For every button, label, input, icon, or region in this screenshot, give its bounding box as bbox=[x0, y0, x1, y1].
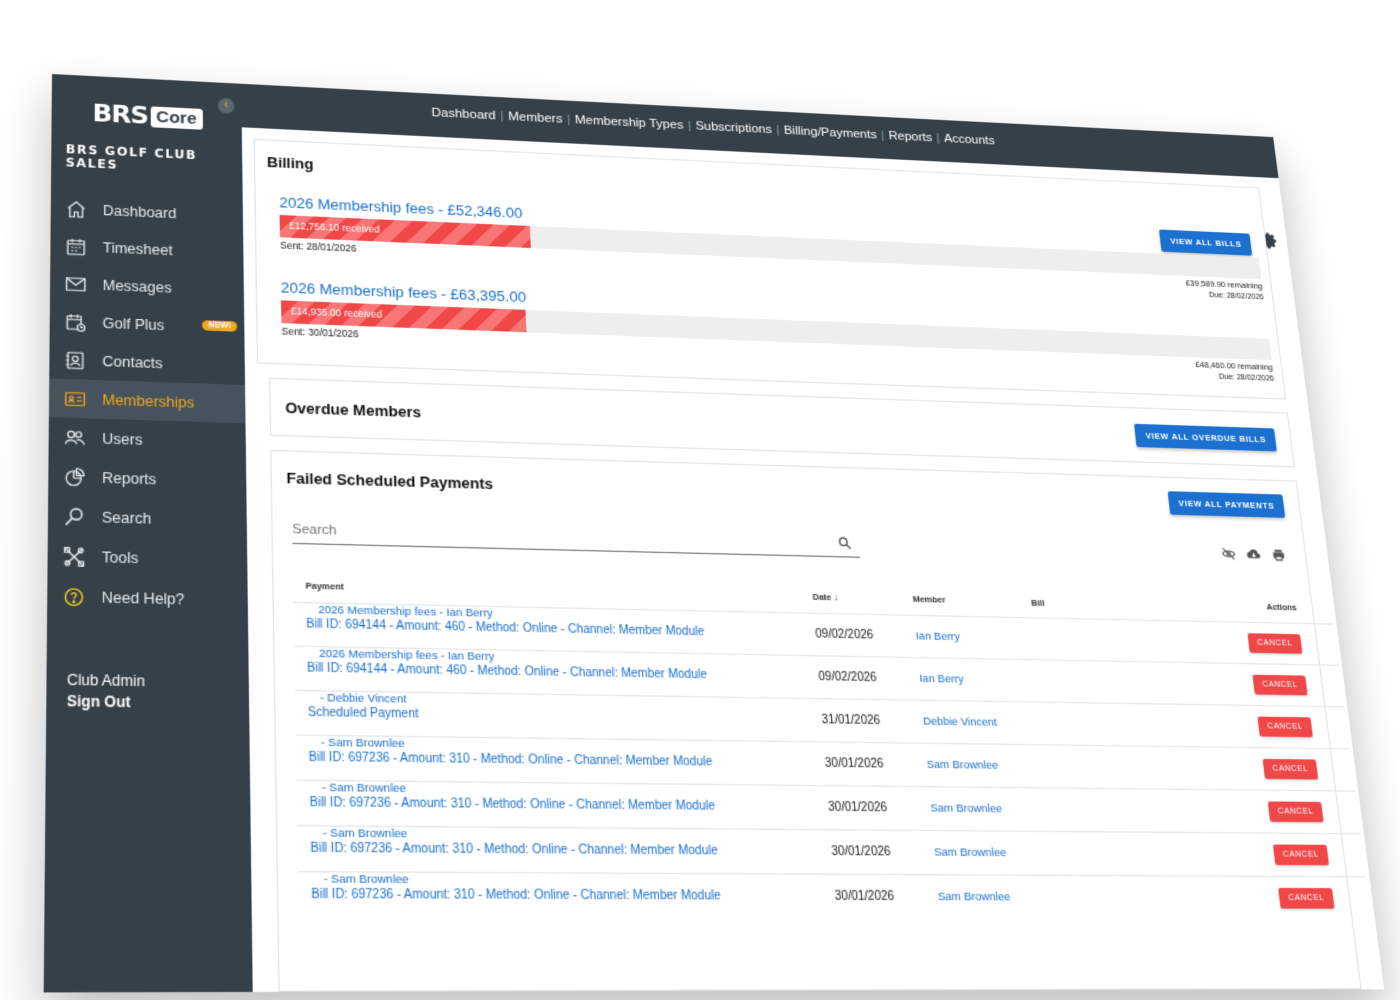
sidebar-item-reports[interactable]: Reports bbox=[48, 456, 246, 501]
sort-down-icon: ↓ bbox=[833, 592, 838, 603]
envelope-icon bbox=[65, 273, 87, 294]
topnav-members[interactable]: Members bbox=[503, 110, 567, 126]
sidebar-nav: Dashboard Timesheet Messages Golf Plus N… bbox=[47, 189, 248, 620]
failed-payments-title: Failed Scheduled Payments bbox=[286, 469, 493, 492]
brand-logo[interactable]: BRS Core bbox=[92, 100, 202, 133]
logo-badge: Core bbox=[150, 106, 202, 129]
calendar-clock-icon bbox=[64, 311, 86, 333]
sidebar-item-search[interactable]: Search bbox=[48, 496, 247, 541]
sidebar-item-memberships[interactable]: Memberships bbox=[49, 378, 246, 423]
sidebar-item-label: Golf Plus bbox=[102, 315, 164, 333]
search-icon bbox=[63, 505, 86, 527]
table-row: Bill ID: 697236 - Amount: 310 - Method: … bbox=[297, 825, 1334, 876]
help-icon bbox=[62, 585, 85, 608]
home-icon bbox=[65, 198, 87, 219]
table-toolbar bbox=[1221, 546, 1287, 562]
bill-sent-date: Sent: 28/01/2026 bbox=[280, 240, 357, 254]
download-icon[interactable] bbox=[1246, 547, 1262, 562]
sidebar-item-label: Memberships bbox=[102, 391, 194, 410]
sidebar-item-label: Reports bbox=[102, 469, 156, 487]
search-icon[interactable] bbox=[837, 535, 853, 550]
overdue-members-title: Overdue Members bbox=[285, 399, 421, 421]
topnav-membership-types[interactable]: Membership Types bbox=[570, 114, 688, 133]
club-name: BRS GOLF CLUB SALES bbox=[66, 143, 240, 178]
bill-link[interactable]: - Sam Brownlee bbox=[323, 825, 1366, 876]
payments-table: Payment Date ↓ Member Bill Actions Bill … bbox=[293, 570, 1340, 919]
sidebar-item-label: Messages bbox=[103, 277, 172, 296]
search-field[interactable] bbox=[292, 518, 860, 558]
billing-title: Billing bbox=[267, 154, 314, 173]
column-date[interactable]: Date ↓ bbox=[812, 582, 914, 615]
view-all-payments-button[interactable]: VIEW ALL PAYMENTS bbox=[1167, 491, 1285, 518]
sidebar-item-contacts[interactable]: Contacts bbox=[49, 340, 245, 385]
contacts-icon bbox=[64, 349, 86, 371]
pie-chart-icon bbox=[63, 466, 86, 488]
bill-remaining: £39,589.90 remaining bbox=[1185, 278, 1263, 291]
payments-table-body: Bill ID: 694144 - Amount: 460 - Method: … bbox=[293, 602, 1340, 920]
column-actions: Actions bbox=[1223, 592, 1303, 623]
calendar-icon bbox=[65, 236, 87, 257]
sidebar-item-label: Timesheet bbox=[103, 239, 173, 258]
topnav-dashboard[interactable]: Dashboard bbox=[427, 106, 501, 123]
sidebar-item-label: Users bbox=[102, 430, 142, 448]
print-icon[interactable] bbox=[1271, 548, 1287, 563]
column-member: Member bbox=[911, 585, 1032, 618]
hide-columns-icon[interactable] bbox=[1221, 546, 1237, 561]
failed-payments-panel: Failed Scheduled Payments VIEW ALL PAYME… bbox=[270, 450, 1361, 992]
topnav-accounts[interactable]: Accounts bbox=[939, 132, 1000, 148]
view-all-overdue-bills-button[interactable]: VIEW ALL OVERDUE BILLS bbox=[1135, 424, 1277, 452]
sign-out-link[interactable]: Sign Out bbox=[67, 691, 145, 713]
logo-text: BRS bbox=[92, 100, 148, 130]
sidebar-item-users[interactable]: Users bbox=[49, 417, 246, 462]
sidebar-item-label: Contacts bbox=[102, 353, 162, 371]
column-bill: Bill bbox=[1030, 587, 1227, 621]
column-date-label: Date bbox=[812, 592, 832, 603]
users-icon bbox=[64, 426, 86, 448]
tools-icon bbox=[63, 545, 86, 567]
topnav-subscriptions[interactable]: Subscriptions bbox=[691, 120, 777, 137]
app-window: BRS Core BRS GOLF CLUB SALES ‹ Dashboard… bbox=[44, 74, 1384, 992]
topnav-billing-payments[interactable]: Billing/Payments bbox=[779, 124, 882, 142]
sidebar-item-label: Dashboard bbox=[103, 202, 177, 221]
bill-link[interactable]: - Sam Brownlee bbox=[324, 871, 1372, 920]
main-content: Billing VIEW ALL BILLS 2026 Membership f… bbox=[242, 127, 1384, 992]
sidebar-item-label: Search bbox=[102, 509, 151, 527]
bill-due-date: Due: 28/02/2026 bbox=[1209, 292, 1265, 302]
sidebar-item-label: Need Help? bbox=[102, 589, 185, 608]
account-section: Club Admin Sign Out bbox=[67, 670, 145, 714]
user-role: Club Admin bbox=[67, 670, 145, 692]
new-badge: NEW! bbox=[202, 320, 237, 332]
bill-due-date: Due: 28/02/2026 bbox=[1219, 373, 1275, 383]
bill-remaining: £48,460.00 remaining bbox=[1195, 360, 1273, 373]
sidebar-item-label: Tools bbox=[102, 548, 139, 566]
bill-sent-date: Sent: 30/01/2026 bbox=[281, 325, 358, 339]
sidebar-item-help[interactable]: Need Help? bbox=[47, 576, 248, 621]
collapse-sidebar-icon[interactable]: ‹ bbox=[218, 98, 235, 114]
sidebar-item-tools[interactable]: Tools bbox=[47, 536, 247, 581]
search-input[interactable] bbox=[292, 518, 814, 555]
membership-card-icon bbox=[64, 388, 86, 410]
table-row: Bill ID: 697236 - Amount: 310 - Method: … bbox=[298, 871, 1340, 920]
billing-panel: Billing VIEW ALL BILLS 2026 Membership f… bbox=[254, 139, 1287, 400]
sidebar: BRS Core BRS GOLF CLUB SALES ‹ Dashboard… bbox=[44, 74, 253, 992]
topnav-reports[interactable]: Reports bbox=[884, 129, 937, 144]
